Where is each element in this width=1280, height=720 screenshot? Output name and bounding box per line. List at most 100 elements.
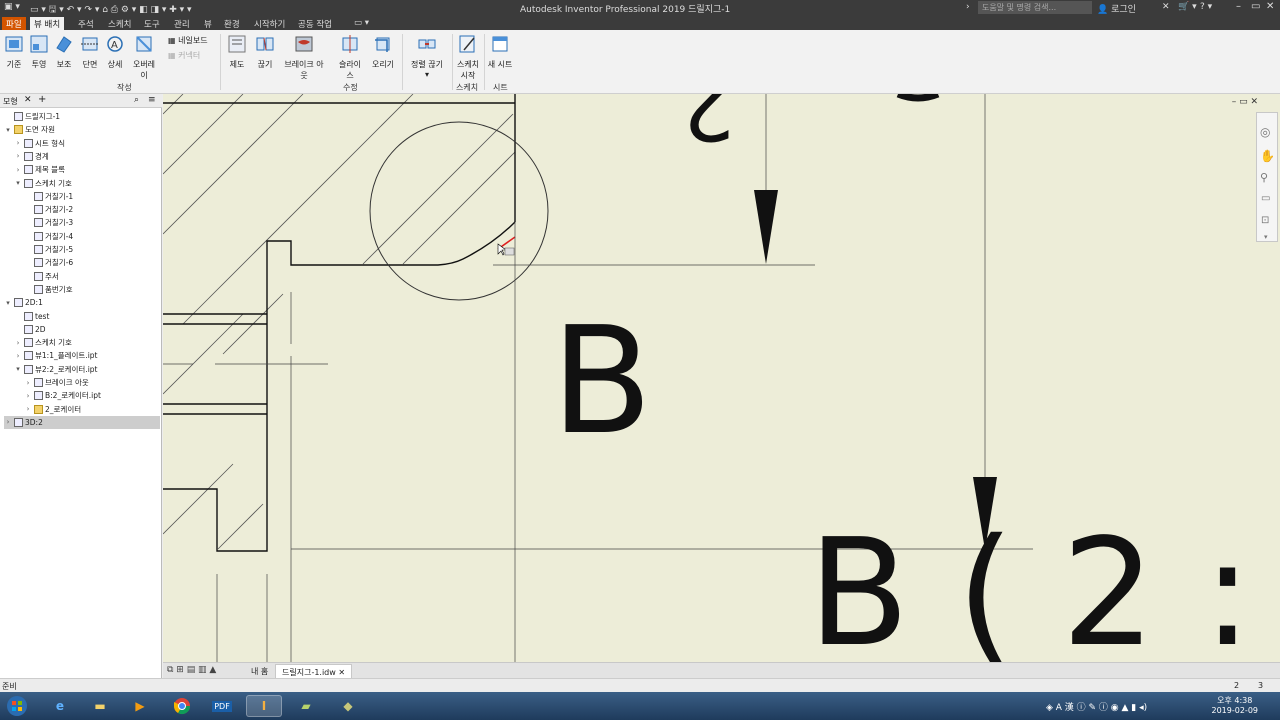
close-button[interactable]: ✕ <box>1266 1 1274 12</box>
expand-chevron-icon[interactable]: ▾ <box>4 299 12 307</box>
minimize-button[interactable]: – <box>1236 1 1241 12</box>
app-taskbar-icon[interactable]: ▰ <box>288 695 324 717</box>
ribbon-options-icon[interactable]: ▭ ▾ <box>350 17 373 30</box>
nav-dropdown-icon[interactable]: ▾ <box>1264 233 1268 241</box>
tab-drawing-document[interactable]: 드릴지그-1.idw ✕ <box>275 664 353 678</box>
zoom-window-icon[interactable]: ⊡ <box>1261 215 1269 226</box>
break-out-button[interactable]: 브레이크 아웃 <box>282 34 326 81</box>
tab-layout-icons[interactable]: ⧉ ⊞ ▤ ▥ ▲ <box>167 665 216 675</box>
start-button[interactable] <box>2 695 32 717</box>
cart-icon[interactable]: 🛒 ▾ <box>1178 2 1197 12</box>
pan-icon[interactable]: ✋ <box>1260 149 1275 163</box>
zoom-icon[interactable]: ⚲ <box>1260 171 1268 184</box>
browser-tree-item[interactable]: › B:2_로케이터.ipt <box>24 389 160 402</box>
section-view-button[interactable]: 단면 <box>76 34 104 70</box>
browser-tree-item[interactable]: 거칠기-4 <box>24 230 160 243</box>
collapse-chevron-icon[interactable]: › <box>24 405 32 413</box>
browser-tree-item[interactable]: › 3D:2 <box>4 415 160 429</box>
tab-annotate[interactable]: 주석 <box>74 17 98 30</box>
new-sheet-button[interactable]: 새 시트 <box>486 34 514 70</box>
close-icon[interactable]: ✕ <box>24 95 32 105</box>
auxiliary-view-button[interactable]: 보조 <box>50 34 78 70</box>
browser-tree-item[interactable]: 거칠기-5 <box>24 243 160 256</box>
browser-tree-item[interactable]: ▾ 뷰2:2_로케이터.ipt <box>14 363 160 376</box>
nailboard-button[interactable]: ▦ 네일보드 <box>168 35 208 46</box>
collapse-chevron-icon[interactable]: › <box>14 166 22 174</box>
close-tab-icon[interactable]: ✕ <box>338 668 345 677</box>
tab-sketch[interactable]: 스케치 <box>104 17 135 30</box>
browser-tree-item[interactable]: › 제목 블록 <box>14 163 160 176</box>
internet-explorer-icon[interactable]: e <box>42 695 78 717</box>
slice-button[interactable]: 슬라이스 <box>336 34 364 81</box>
tab-manage[interactable]: 관리 <box>170 17 194 30</box>
detail-view-button[interactable]: A 상세 <box>101 34 129 70</box>
browser-tree-item[interactable]: 거칠기-3 <box>24 216 160 229</box>
tab-tools[interactable]: 도구 <box>140 17 164 30</box>
collapse-chevron-icon[interactable]: › <box>14 339 22 347</box>
browser-tree-item[interactable]: 2D <box>14 323 160 336</box>
file-explorer-icon[interactable]: ▬ <box>82 695 118 717</box>
tab-my-home[interactable]: 내 홈 <box>245 664 274 678</box>
browser-tree-item[interactable]: › 뷰1:1_플레이트.ipt <box>14 349 160 362</box>
overlay-button[interactable]: 오버레이 <box>130 34 158 81</box>
browser-tree-item[interactable]: 주서 <box>24 270 160 283</box>
add-browser-icon[interactable]: + <box>38 94 46 105</box>
media-player-icon[interactable]: ▶ <box>122 695 158 717</box>
browser-tree-item[interactable]: › 브레이크 아웃 <box>24 376 160 389</box>
tab-get-started[interactable]: 시작하기 <box>250 17 289 30</box>
connector-button[interactable]: ▦ 커넥터 <box>168 50 200 61</box>
exchange-icon[interactable]: ✕ <box>1162 2 1170 12</box>
pdf-icon[interactable]: PDF <box>204 695 240 717</box>
view-window-controls[interactable]: – ▭ ✕ <box>1232 97 1258 107</box>
browser-tree-item[interactable]: 거칠기-6 <box>24 256 160 269</box>
start-sketch-button[interactable]: 스케치 시작 <box>454 34 482 81</box>
browser-tree-item[interactable]: 품번기호 <box>24 283 160 296</box>
help-search-input[interactable]: 도움말 및 명령 검색... <box>978 1 1092 14</box>
crop-button[interactable]: 오리기 <box>369 34 397 70</box>
browser-tree-item[interactable]: test <box>14 310 160 323</box>
break-button[interactable]: 끊기 <box>251 34 279 70</box>
drawing-canvas[interactable]: 2 B B ( 2 : – ▭ ✕ <box>163 94 1280 662</box>
app-menu-icon[interactable]: ▣ ▾ <box>4 2 20 12</box>
browser-tree-item[interactable]: › 시트 형식 <box>14 137 160 150</box>
browser-tree-item[interactable]: › 경계 <box>14 150 160 163</box>
collapse-chevron-icon[interactable]: › <box>4 418 12 426</box>
tab-environments[interactable]: 환경 <box>220 17 244 30</box>
collapse-chevron-icon[interactable]: › <box>14 352 22 360</box>
browser-tree-item[interactable]: 드릴지그-1 <box>4 110 160 123</box>
inventor-taskbar-icon[interactable]: I <box>246 695 282 717</box>
tab-collaborate[interactable]: 공동 작업 <box>294 17 336 30</box>
collapse-chevron-icon[interactable]: › <box>24 379 32 387</box>
tab-view[interactable]: 뷰 <box>200 17 216 30</box>
tab-file[interactable]: 파일 <box>2 17 26 30</box>
system-tray-icons[interactable]: ◈ A 漢 ⓘ ✎ ⓘ ◉ ▲ ▮ ◂) <box>1046 700 1147 713</box>
browser-tab-model[interactable]: 모형 <box>3 96 18 107</box>
browser-tree-item[interactable]: ▾ 스케치 기호 <box>14 177 160 190</box>
browser-tree-item[interactable]: › 2_로케이터 <box>24 403 160 416</box>
base-view-button[interactable]: 기준 <box>0 34 28 70</box>
clock[interactable]: 오후 4:38 2019-02-09 <box>1212 696 1259 716</box>
collapse-chevron-icon[interactable]: › <box>24 392 32 400</box>
break-alignment-button[interactable]: 정렬 끊기 ▾ <box>410 34 444 79</box>
steering-wheel-icon[interactable]: ◎ <box>1260 125 1270 139</box>
help-icon[interactable]: ? ▾ <box>1200 2 1212 12</box>
draft-button[interactable]: 제도 <box>223 34 251 70</box>
browser-tree-item[interactable]: ▾ 도면 자원 <box>4 123 160 136</box>
collapse-chevron-icon[interactable]: › <box>14 152 22 160</box>
login-button[interactable]: 👤 로그인 <box>1097 2 1136 15</box>
browser-tree-item[interactable]: ▾ 2D:1 <box>4 296 160 309</box>
browser-tree-item[interactable]: 거칠기-2 <box>24 203 160 216</box>
browser-tree-item[interactable]: › 스케치 기호 <box>14 336 160 349</box>
collapse-chevron-icon[interactable]: › <box>14 139 22 147</box>
menu-icon[interactable]: ≡ <box>148 95 156 105</box>
maximize-button[interactable]: ▭ <box>1251 1 1260 12</box>
expand-chevron-icon[interactable]: ▾ <box>14 365 22 373</box>
expand-chevron-icon[interactable]: ▾ <box>4 126 12 134</box>
chrome-icon[interactable] <box>164 695 200 717</box>
app-taskbar-icon-2[interactable]: ◆ <box>330 695 366 717</box>
projected-view-button[interactable]: 투영 <box>25 34 53 70</box>
zoom-all-icon[interactable]: ▭ <box>1261 193 1270 204</box>
search-icon[interactable]: ⌕ <box>134 95 139 105</box>
tab-place-views[interactable]: 뷰 배치 <box>30 17 65 30</box>
browser-tree-item[interactable]: 거칠기-1 <box>24 190 160 203</box>
